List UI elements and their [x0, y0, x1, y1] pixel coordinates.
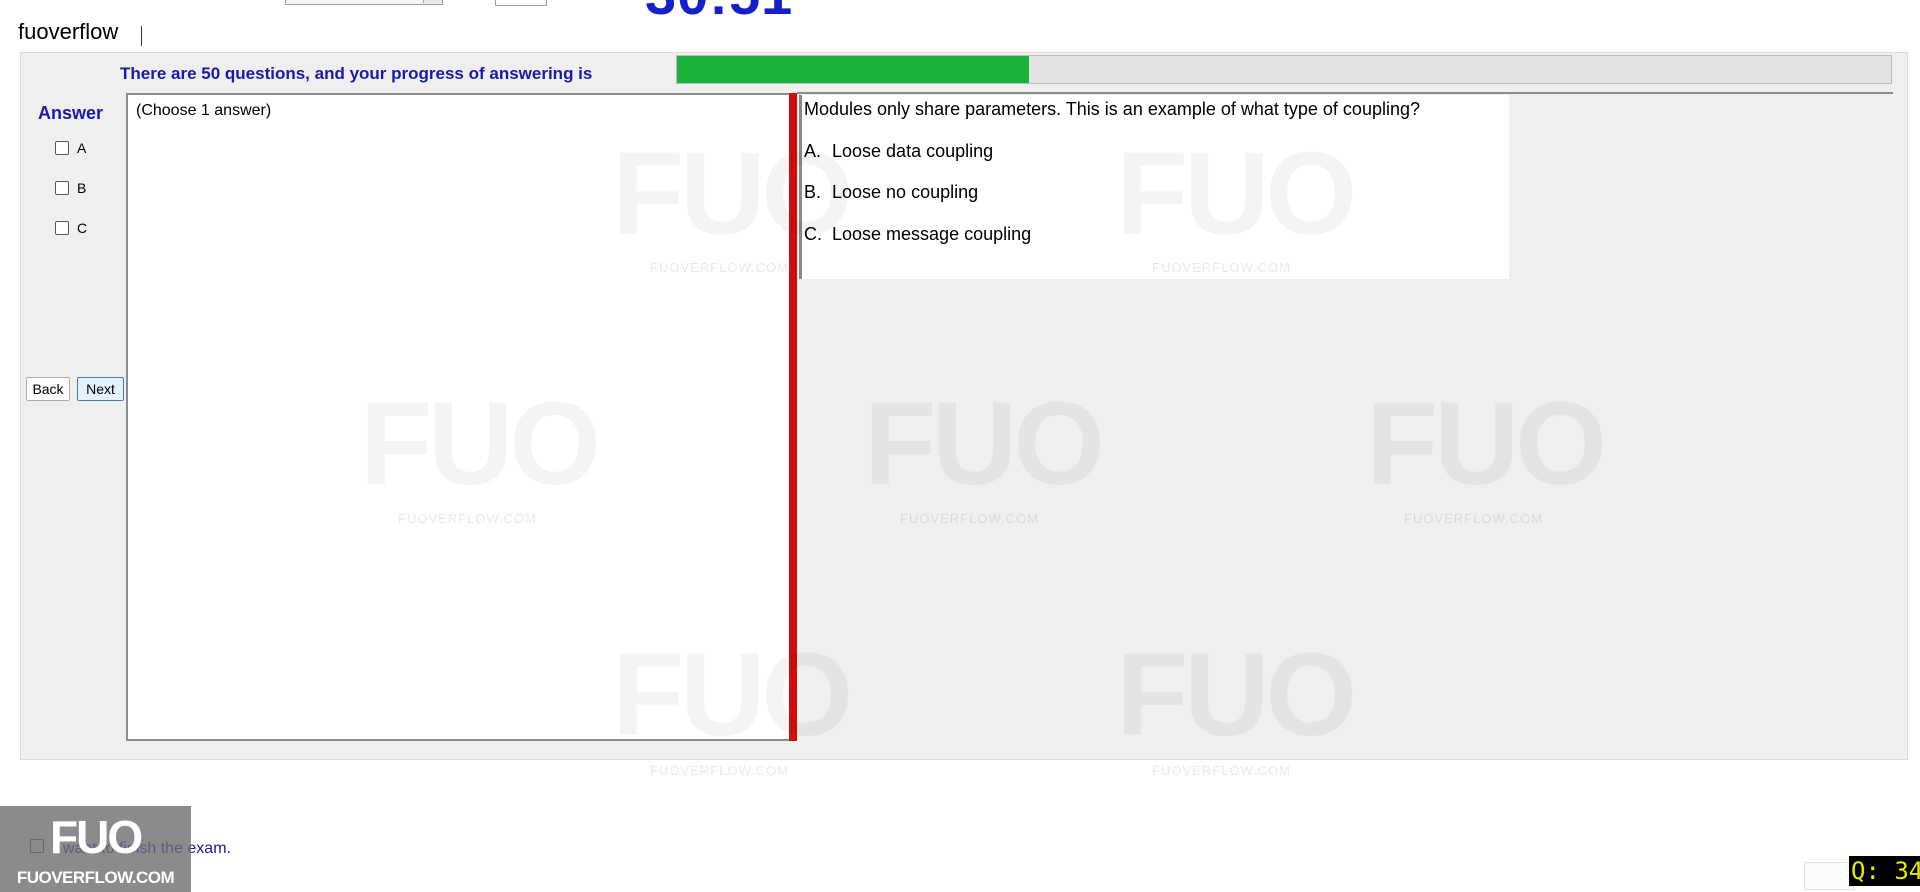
checkbox-c[interactable] [55, 221, 69, 235]
answer-heading: Answer [38, 103, 104, 123]
watermark-logo: FUO [864, 385, 1105, 503]
watermark-logo: FUO [1116, 636, 1357, 754]
top-small-field[interactable] [495, 0, 547, 6]
question-counter: Q: 34 [1849, 856, 1920, 886]
back-button[interactable]: Back [26, 377, 70, 401]
choice-text: Loose message coupling [832, 224, 1032, 244]
logo-mark: FUO [50, 811, 143, 863]
answer-option-a[interactable]: A [55, 140, 86, 156]
watermark-logo: FUO [1366, 385, 1607, 503]
answer-option-b[interactable]: B [55, 180, 86, 196]
watermark-site: FUOVERFLOW.COM [1404, 511, 1543, 526]
watermark-site: FUOVERFLOW.COM [650, 260, 789, 275]
watermark-site: FUOVERFLOW.COM [1152, 260, 1291, 275]
choice-text: Loose data coupling [832, 141, 994, 161]
watermark-site: FUOVERFLOW.COM [650, 763, 789, 778]
question-text: Modules only share parameters. This is a… [804, 99, 1420, 119]
watermark-logo: FUO [360, 385, 601, 503]
progress-bar-fill [677, 56, 1030, 83]
exam-timer: 30:51 [645, 0, 793, 25]
progress-label: There are 50 questions, and your progres… [120, 64, 593, 83]
watermark-site: FUOVERFLOW.COM [900, 511, 1039, 526]
watermark-logo: FUO [612, 135, 853, 253]
logo-site: FUOVERFLOW.COM [16, 868, 175, 887]
checkbox-b[interactable] [55, 181, 69, 195]
watermark-logo: FUO [1116, 135, 1357, 253]
watermark-logo: FUO [612, 636, 853, 754]
answer-option-c[interactable]: C [55, 220, 87, 236]
choose-instruction: (Choose 1 answer) [136, 102, 272, 119]
answer-option-label: B [77, 180, 87, 196]
choice-text: Loose no coupling [832, 182, 979, 202]
text-cursor [141, 26, 142, 46]
watermark-site: FUOVERFLOW.COM [398, 511, 537, 526]
app-title: fuoverflow [18, 19, 119, 44]
fuoverflow-logo: FUO FUOVERFLOW.COM [0, 806, 191, 892]
right-panel-border [797, 92, 1893, 94]
counter-field [1804, 862, 1854, 890]
watermark-site: FUOVERFLOW.COM [1152, 763, 1291, 778]
answer-option-label: C [77, 220, 88, 236]
answer-option-label: A [77, 140, 87, 156]
checkbox-a[interactable] [55, 141, 69, 155]
top-combo-box[interactable] [285, 0, 443, 5]
progress-bar [676, 55, 1892, 84]
next-button[interactable]: Next [77, 377, 124, 401]
top-combo-dropdown-button[interactable] [423, 0, 442, 3]
